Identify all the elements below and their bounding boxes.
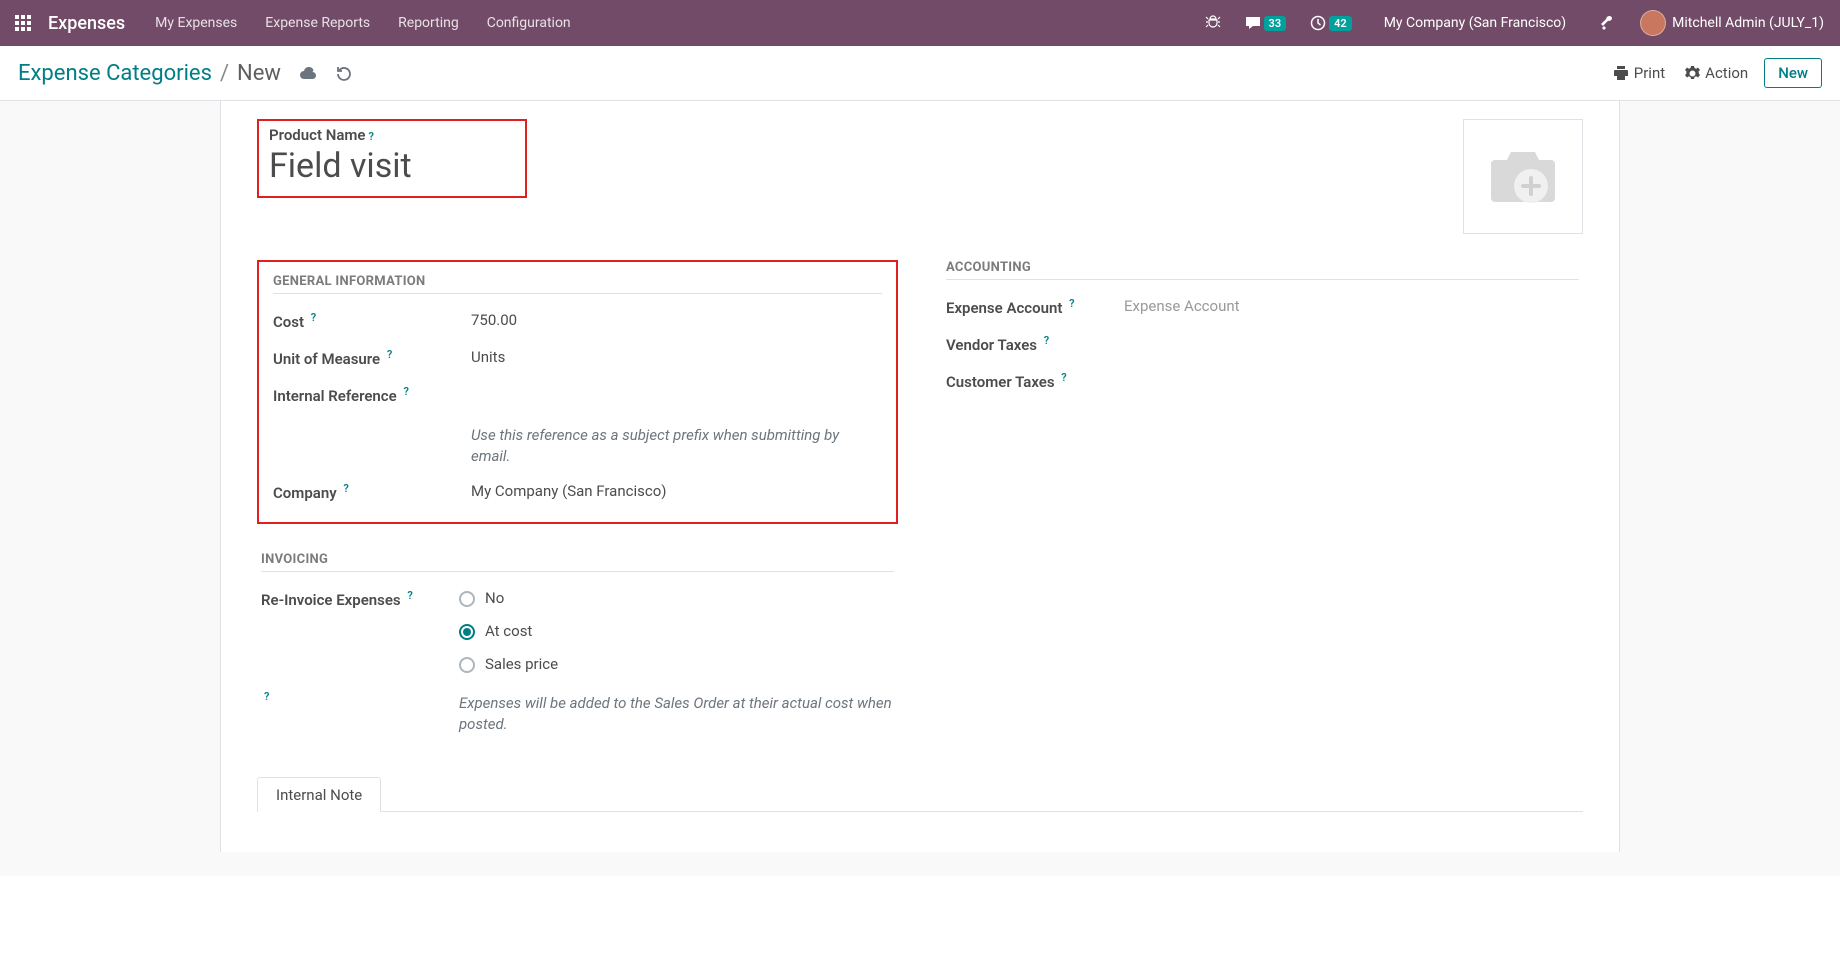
radio-option-sales-price[interactable]: Sales price [459, 654, 894, 675]
reinvoice-hint: Expenses will be added to the Sales Orde… [459, 693, 894, 735]
radio-icon [459, 591, 475, 607]
cost-input[interactable]: 750.00 [471, 310, 882, 331]
product-name-input[interactable]: Field visit [269, 146, 515, 186]
messages-button[interactable]: 33 [1237, 0, 1295, 46]
cost-label: Cost [273, 313, 304, 331]
printer-icon [1613, 65, 1629, 81]
help-icon[interactable]: ? [1044, 334, 1049, 347]
help-icon[interactable]: ? [387, 348, 392, 361]
form-sheet: Product Name ? Field visit General Infor… [220, 101, 1620, 852]
product-image-upload[interactable] [1463, 119, 1583, 234]
breadcrumb-separator: / [220, 61, 229, 86]
nav-configuration[interactable]: Configuration [473, 0, 585, 46]
expense-account-input[interactable]: Expense Account [1124, 296, 1579, 317]
action-button[interactable]: Action [1681, 61, 1752, 85]
company-switcher[interactable]: My Company (San Francisco) [1368, 0, 1582, 46]
top-navbar: Expenses My Expenses Expense Reports Rep… [0, 0, 1840, 46]
uom-input[interactable]: Units [471, 347, 882, 368]
avatar [1640, 10, 1666, 36]
apps-launcher-icon[interactable] [0, 0, 46, 46]
tab-internal-note[interactable]: Internal Note [257, 777, 381, 812]
activities-button[interactable]: 42 [1302, 0, 1360, 46]
help-icon[interactable]: ? [368, 130, 373, 143]
breadcrumb-current: New [237, 61, 281, 86]
activities-badge: 42 [1329, 16, 1352, 31]
debug-icon[interactable] [1197, 0, 1229, 46]
help-icon[interactable]: ? [1061, 371, 1066, 384]
messages-badge: 33 [1264, 16, 1287, 31]
section-title: General Information [273, 274, 882, 294]
radio-option-no[interactable]: No [459, 588, 894, 609]
radio-option-at-cost[interactable]: At cost [459, 621, 894, 642]
radio-icon [459, 657, 475, 673]
section-title: Invoicing [261, 552, 894, 572]
new-button[interactable]: New [1764, 58, 1822, 88]
tools-icon[interactable] [1590, 0, 1624, 46]
radio-icon [459, 624, 475, 640]
gear-icon [1685, 66, 1700, 81]
reinvoice-label: Re-Invoice Expenses [261, 591, 401, 609]
help-icon[interactable]: ? [403, 385, 408, 398]
company-label: Company [273, 484, 337, 502]
nav-reporting[interactable]: Reporting [384, 0, 473, 46]
internal-reference-label: Internal Reference [273, 387, 397, 405]
customer-taxes-label: Customer Taxes [946, 373, 1055, 391]
save-cloud-icon[interactable] [299, 64, 317, 82]
nav-expense-reports[interactable]: Expense Reports [251, 0, 384, 46]
print-button[interactable]: Print [1609, 61, 1669, 85]
help-icon[interactable]: ? [1069, 297, 1074, 310]
breadcrumb-root[interactable]: Expense Categories [18, 61, 212, 86]
uom-label: Unit of Measure [273, 350, 380, 368]
help-icon[interactable]: ? [343, 482, 348, 495]
expense-account-label: Expense Account [946, 299, 1062, 317]
section-title: Accounting [946, 260, 1579, 280]
internal-reference-hint: Use this reference as a subject prefix w… [471, 425, 882, 467]
app-brand[interactable]: Expenses [46, 13, 141, 34]
discard-icon[interactable] [335, 65, 352, 82]
nav-my-expenses[interactable]: My Expenses [141, 0, 251, 46]
company-input[interactable]: My Company (San Francisco) [471, 481, 882, 502]
help-icon[interactable]: ? [264, 690, 269, 703]
vendor-taxes-label: Vendor Taxes [946, 336, 1037, 354]
help-icon[interactable]: ? [407, 589, 412, 602]
product-name-block: Product Name ? Field visit [257, 119, 527, 198]
user-menu[interactable]: Mitchell Admin (JULY_1) [1632, 0, 1832, 46]
product-name-label: Product Name [269, 126, 365, 144]
general-information-section: General Information Cost ? 750.00 Unit o… [257, 260, 898, 524]
control-panel: Expense Categories / New Print Action Ne… [0, 46, 1840, 101]
breadcrumb: Expense Categories / New [18, 61, 352, 86]
help-icon[interactable]: ? [311, 311, 316, 324]
